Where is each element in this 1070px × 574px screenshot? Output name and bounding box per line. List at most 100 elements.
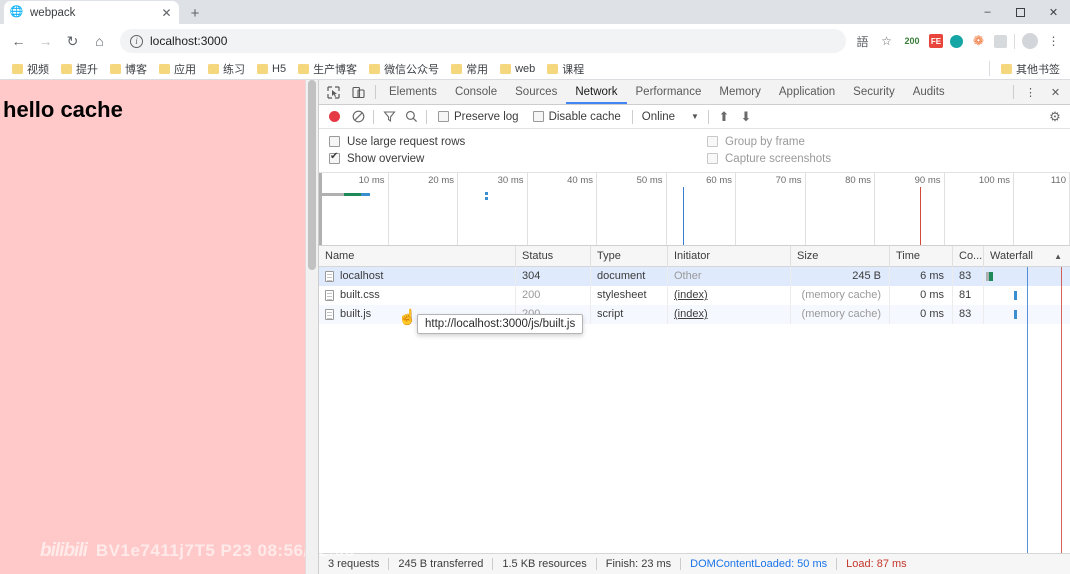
column-header-waterfall[interactable]: Waterfall ▲ <box>984 246 1070 267</box>
gray-extension-icon[interactable] <box>994 34 1007 48</box>
tab-audits[interactable]: Audits <box>904 80 954 104</box>
device-toolbar-icon[interactable] <box>346 81 371 104</box>
bookmark-item[interactable]: 应用 <box>153 59 202 78</box>
bookmark-item[interactable]: 生产博客 <box>292 59 363 78</box>
close-window-button[interactable]: ✕ <box>1037 0 1070 24</box>
tab-network[interactable]: Network <box>566 80 627 104</box>
network-status-bar: 3 requests 245 B transferred 1.5 KB reso… <box>319 553 1070 574</box>
column-header-type[interactable]: Type <box>591 246 668 267</box>
scrollbar-thumb[interactable] <box>308 80 316 270</box>
preserve-log-checkbox[interactable]: Preserve log <box>431 111 526 123</box>
filter-icon[interactable] <box>378 106 400 128</box>
close-icon[interactable]: ✕ <box>160 6 173 20</box>
group-by-frame-checkbox[interactable]: Group by frame <box>707 136 805 148</box>
address-bar[interactable]: i localhost:3000 <box>120 29 846 53</box>
inspect-element-icon[interactable] <box>321 81 346 104</box>
checkbox-box[interactable] <box>707 153 718 164</box>
tab-memory[interactable]: Memory <box>710 80 770 104</box>
page-info-icon[interactable]: i <box>130 34 143 48</box>
waterfall-load-line <box>1061 267 1062 553</box>
gear-icon[interactable]: ⚙ <box>1044 106 1066 128</box>
bookmark-item[interactable]: web <box>494 59 541 78</box>
column-header-status[interactable]: Status <box>516 246 591 267</box>
window-controls: – ✕ <box>971 0 1070 24</box>
page-scrollbar[interactable] <box>305 80 318 574</box>
orange-extension-icon[interactable]: ❁ <box>970 33 987 50</box>
checkbox-box[interactable] <box>707 136 718 147</box>
globe-icon: 🌐 <box>9 6 24 19</box>
reload-icon[interactable]: ↻ <box>60 29 85 54</box>
status-resources: 1.5 KB resources <box>502 558 587 570</box>
devtools-close-icon[interactable]: ✕ <box>1043 81 1068 104</box>
checkbox-box[interactable] <box>438 111 449 122</box>
forward-icon[interactable]: → <box>33 29 58 54</box>
table-header-row: Name Status Type Initiator Size Time Co.… <box>319 246 1070 267</box>
tab-performance[interactable]: Performance <box>627 80 711 104</box>
initiator-link[interactable]: (index) <box>674 289 708 301</box>
use-large-request-rows-label: Use large request rows <box>347 135 466 148</box>
initiator-link[interactable]: (index) <box>674 308 708 320</box>
fe-extension-icon[interactable]: FE <box>929 34 943 48</box>
network-overview-timeline[interactable]: 10 ms 20 ms 30 ms 40 ms 50 ms 60 ms 70 m… <box>319 173 1070 246</box>
new-tab-button[interactable]: + <box>184 2 206 24</box>
overview-load-line <box>920 187 921 245</box>
use-large-request-rows-checkbox[interactable]: Use large request rows <box>329 136 707 148</box>
capture-screenshots-checkbox[interactable]: Capture screenshots <box>707 153 831 165</box>
back-icon[interactable]: ← <box>6 29 31 54</box>
column-header-name[interactable]: Name <box>319 246 516 267</box>
import-har-icon[interactable]: ⬆ <box>713 106 735 128</box>
bookmark-item[interactable]: 课程 <box>541 59 590 78</box>
tab-application[interactable]: Application <box>770 80 844 104</box>
overview-request-bar-green <box>344 193 361 196</box>
mobile-device-icon <box>352 86 365 98</box>
chrome-menu-icon[interactable]: ⋮ <box>1045 33 1062 50</box>
tab-security[interactable]: Security <box>844 80 904 104</box>
search-icon[interactable] <box>400 106 422 128</box>
disable-cache-checkbox[interactable]: Disable cache <box>526 111 628 123</box>
bookmark-star-icon[interactable]: ☆ <box>878 33 895 50</box>
translate-icon[interactable]: 語 <box>854 33 871 50</box>
bookmark-item[interactable]: 视频 <box>6 59 55 78</box>
document-file-icon <box>325 271 334 282</box>
tab-console[interactable]: Console <box>446 80 506 104</box>
status-code-badge[interactable]: 200 <box>902 33 922 50</box>
teal-extension-icon[interactable] <box>950 34 963 48</box>
column-header-connection[interactable]: Co... <box>953 246 984 267</box>
table-row[interactable]: built.css 200 stylesheet (index) (memory… <box>319 286 1070 305</box>
other-bookmarks-button[interactable]: 其他书签 <box>995 59 1066 78</box>
network-settings-pane: Use large request rows Group by frame Sh… <box>319 129 1070 173</box>
record-button[interactable] <box>329 111 340 122</box>
toolbar-divider <box>375 85 376 99</box>
throttling-value: Online <box>641 110 676 123</box>
browser-tab-webpack[interactable]: 🌐 webpack ✕ <box>4 1 179 24</box>
cell-connection: 81 <box>953 286 984 305</box>
group-by-frame-label: Group by frame <box>725 135 805 148</box>
bookmark-item[interactable]: 常用 <box>445 59 494 78</box>
export-har-icon[interactable]: ⬇ <box>735 106 757 128</box>
bookmark-item[interactable]: 练习 <box>202 59 251 78</box>
column-header-size[interactable]: Size <box>791 246 890 267</box>
tab-elements[interactable]: Elements <box>380 80 446 104</box>
bookmark-item[interactable]: 微信公众号 <box>363 59 445 78</box>
column-header-time[interactable]: Time <box>890 246 953 267</box>
throttling-select[interactable]: Online ▼ <box>637 111 704 123</box>
bookmark-label: 提升 <box>76 63 98 76</box>
show-overview-checkbox[interactable]: Show overview <box>329 151 707 165</box>
devtools-more-icon[interactable]: ⋮ <box>1018 81 1043 104</box>
bookmark-item[interactable]: 博客 <box>104 59 153 78</box>
checkbox-box[interactable] <box>532 111 544 122</box>
column-header-initiator[interactable]: Initiator <box>668 246 791 267</box>
profile-avatar-icon[interactable] <box>1022 33 1038 49</box>
checkbox-box[interactable] <box>329 136 340 147</box>
network-requests-table: Name Status Type Initiator Size Time Co.… <box>319 246 1070 574</box>
bookmark-item[interactable]: 提升 <box>55 59 104 78</box>
minimize-button[interactable]: – <box>971 0 1004 24</box>
tab-sources[interactable]: Sources <box>506 80 566 104</box>
bookmark-item[interactable]: H5 <box>251 59 292 78</box>
clear-icon[interactable] <box>347 106 369 128</box>
home-icon[interactable]: ⌂ <box>87 29 112 54</box>
maximize-button[interactable] <box>1004 0 1037 24</box>
checkbox-box[interactable] <box>329 151 340 164</box>
table-row[interactable]: localhost 304 document Other 245 B 6 ms … <box>319 267 1070 286</box>
toolbar-divider <box>707 109 709 124</box>
